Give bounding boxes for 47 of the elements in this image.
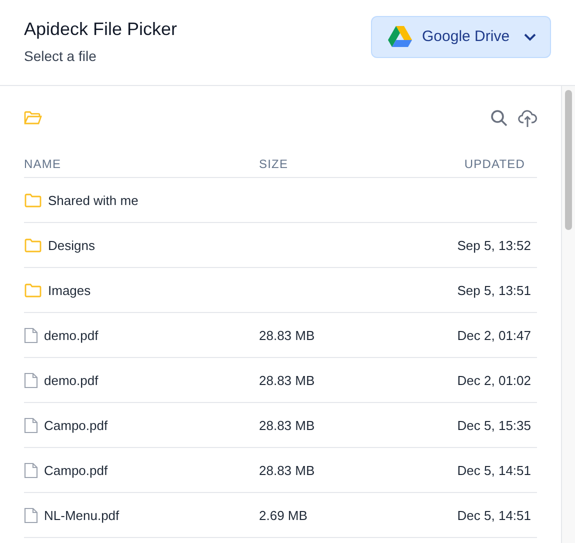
dialog-subtitle: Select a file	[24, 48, 98, 64]
scrollbar[interactable]	[561, 86, 575, 543]
item-name: demo.pdf	[44, 328, 98, 342]
folder-icon	[24, 282, 42, 298]
size-cell: 28.83 MB	[259, 328, 315, 342]
chevron-down-icon	[524, 32, 536, 40]
size-cell: 2.69 MB	[259, 508, 308, 522]
file-icon	[24, 506, 38, 524]
column-header: NAME	[24, 156, 62, 170]
item-name: Shared with me	[48, 192, 138, 208]
updated-cell-text: Dec 2, 01:47	[457, 328, 532, 342]
updated-cell-text: Dec 5, 15:35	[457, 418, 532, 432]
folder-icon	[24, 192, 42, 208]
updated-cell-text: Dec 5, 14:51	[457, 462, 532, 478]
size-cell: 28.83 MB	[259, 372, 315, 388]
dialog-title: Apideck File Picker	[24, 19, 178, 40]
size-cell: 28.83 MB	[259, 418, 315, 432]
item-name: Designs	[48, 238, 95, 252]
item-name: Campo.pdf	[44, 418, 108, 432]
file-icon	[24, 416, 38, 434]
file-name[interactable]: demo.pdf	[24, 326, 259, 344]
upload-button[interactable]	[518, 108, 537, 128]
provider-dropdown[interactable]: Google Drive	[371, 16, 551, 58]
file-icon	[24, 462, 38, 478]
item-name: demo.pdf	[44, 372, 98, 388]
column-header: UPDATED	[464, 156, 526, 170]
folder-name[interactable]: Images	[24, 282, 259, 298]
folder-icon	[24, 238, 42, 252]
search-button[interactable]	[490, 108, 508, 128]
folder-name[interactable]: Shared with me	[24, 192, 259, 208]
updated-cell-text: Sep 5, 13:51	[457, 282, 532, 298]
updated-cell-text: Dec 5, 14:51	[457, 508, 532, 522]
file-name[interactable]: demo.pdf	[24, 372, 259, 388]
item-name: NL-Menu.pdf	[44, 508, 120, 522]
column-header: SIZE	[259, 156, 288, 170]
file-icon	[24, 372, 38, 388]
item-name: Campo.pdf	[44, 462, 108, 478]
file-name[interactable]: NL-Menu.pdf	[24, 506, 259, 524]
item-name: Images	[48, 282, 91, 298]
updated-cell-text: Sep 5, 13:52	[457, 238, 532, 252]
file-name[interactable]: Campo.pdf	[24, 416, 259, 434]
file-icon	[24, 326, 38, 344]
size-cell: 28.83 MB	[259, 462, 315, 478]
updated-cell-text: Dec 2, 01:02	[457, 372, 532, 388]
folder-name[interactable]: Designs	[24, 238, 259, 252]
drive-logo-icon	[388, 26, 412, 47]
file-name[interactable]: Campo.pdf	[24, 462, 259, 478]
